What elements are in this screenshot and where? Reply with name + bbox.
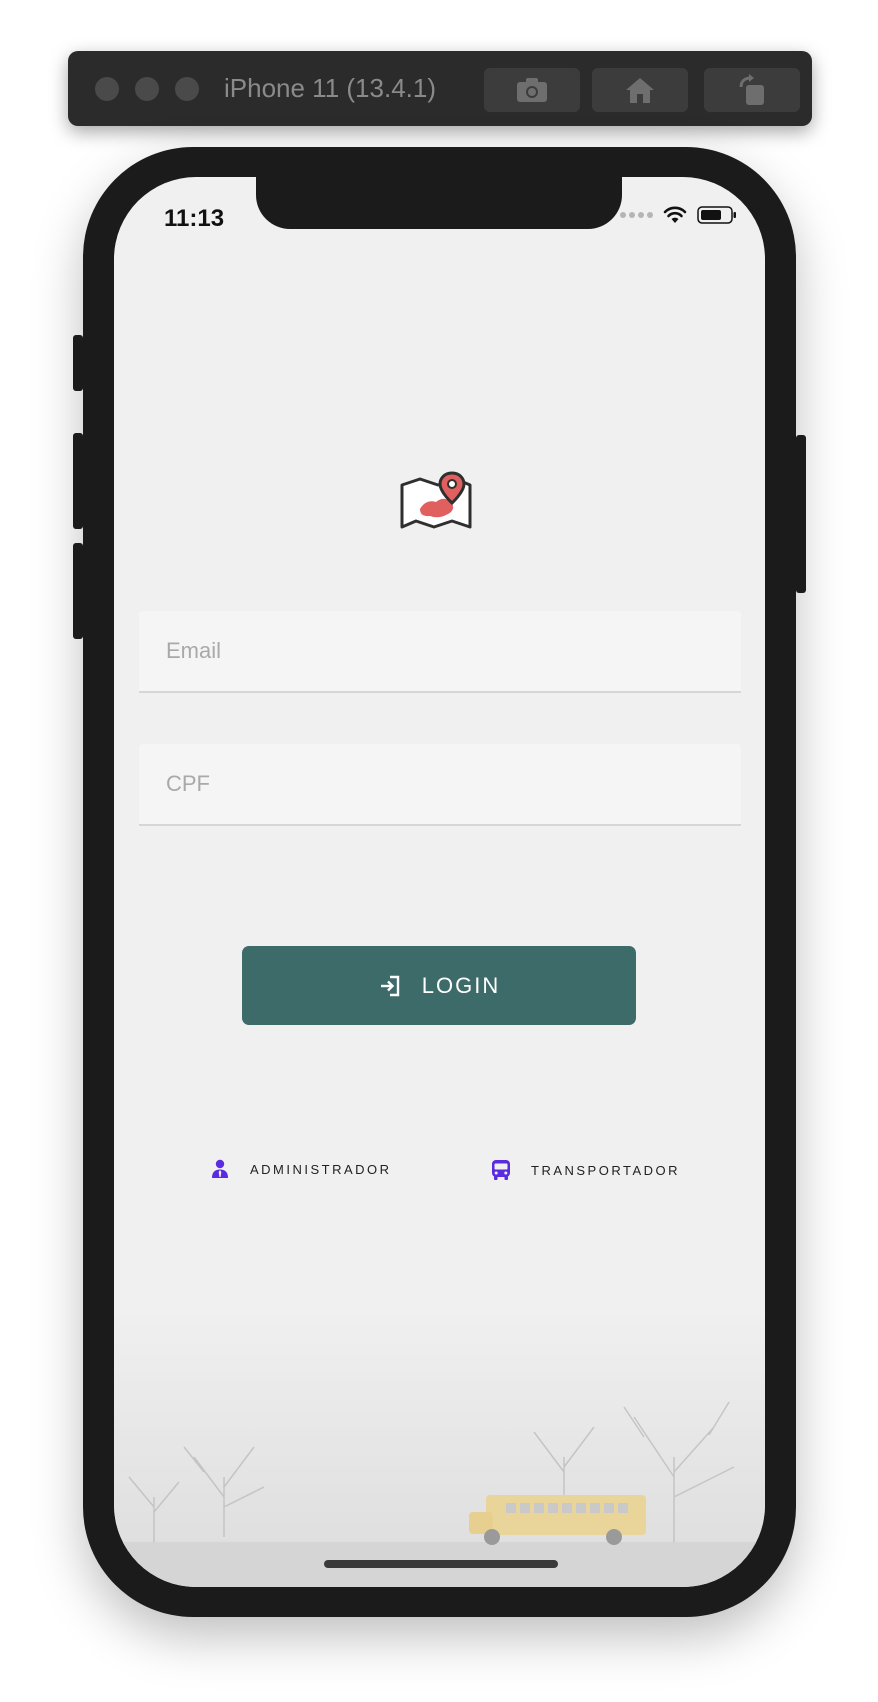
transportador-label: TRANSPORTADOR (531, 1162, 681, 1178)
home-icon (626, 78, 654, 103)
email-field[interactable] (139, 611, 741, 693)
close-window-button[interactable] (95, 77, 119, 101)
battery-icon (697, 206, 736, 224)
cpf-input[interactable] (139, 744, 741, 824)
home-indicator[interactable] (324, 1560, 558, 1568)
simulator-toolbar: iPhone 11 (13.4.1) (68, 51, 812, 126)
volume-down-button (73, 543, 83, 639)
minimize-window-button[interactable] (135, 77, 159, 101)
rotate-icon (739, 74, 764, 105)
administrador-label: ADMINISTRADOR (250, 1161, 392, 1177)
bus-icon (492, 1160, 510, 1180)
sign-in-icon (380, 975, 399, 996)
app-screen: 11:13 Email CPF LOGIN ADMINISTRADOR TRAN… (114, 177, 765, 1587)
mute-switch (73, 335, 83, 391)
login-label: LOGIN (421, 972, 501, 998)
camera-icon (517, 78, 547, 102)
power-button (796, 435, 806, 593)
login-button[interactable]: LOGIN (242, 946, 636, 1025)
rotate-button[interactable] (704, 68, 800, 112)
administrador-option[interactable]: ADMINISTRADOR (210, 1159, 392, 1179)
volume-up-button (73, 433, 83, 529)
notch (256, 177, 622, 229)
user-tie-icon (212, 1159, 228, 1178)
zoom-window-button[interactable] (175, 77, 199, 101)
status-time: 11:13 (164, 205, 225, 232)
email-input[interactable] (139, 611, 741, 691)
foggy-landscape-image (114, 1307, 765, 1587)
phone-frame: 11:13 Email CPF LOGIN ADMINISTRADOR TRAN… (73, 147, 806, 1617)
wifi-icon (663, 206, 687, 223)
simulator-title: iPhone 11 (13.4.1) (224, 73, 436, 103)
status-icons (620, 205, 737, 225)
map-pin-logo-icon (400, 471, 472, 529)
cpf-field[interactable] (139, 744, 741, 826)
home-button[interactable] (592, 68, 688, 112)
screenshot-button[interactable] (484, 68, 580, 112)
signal-icon (620, 212, 653, 218)
transportador-option[interactable]: TRANSPORTADOR (491, 1159, 680, 1181)
